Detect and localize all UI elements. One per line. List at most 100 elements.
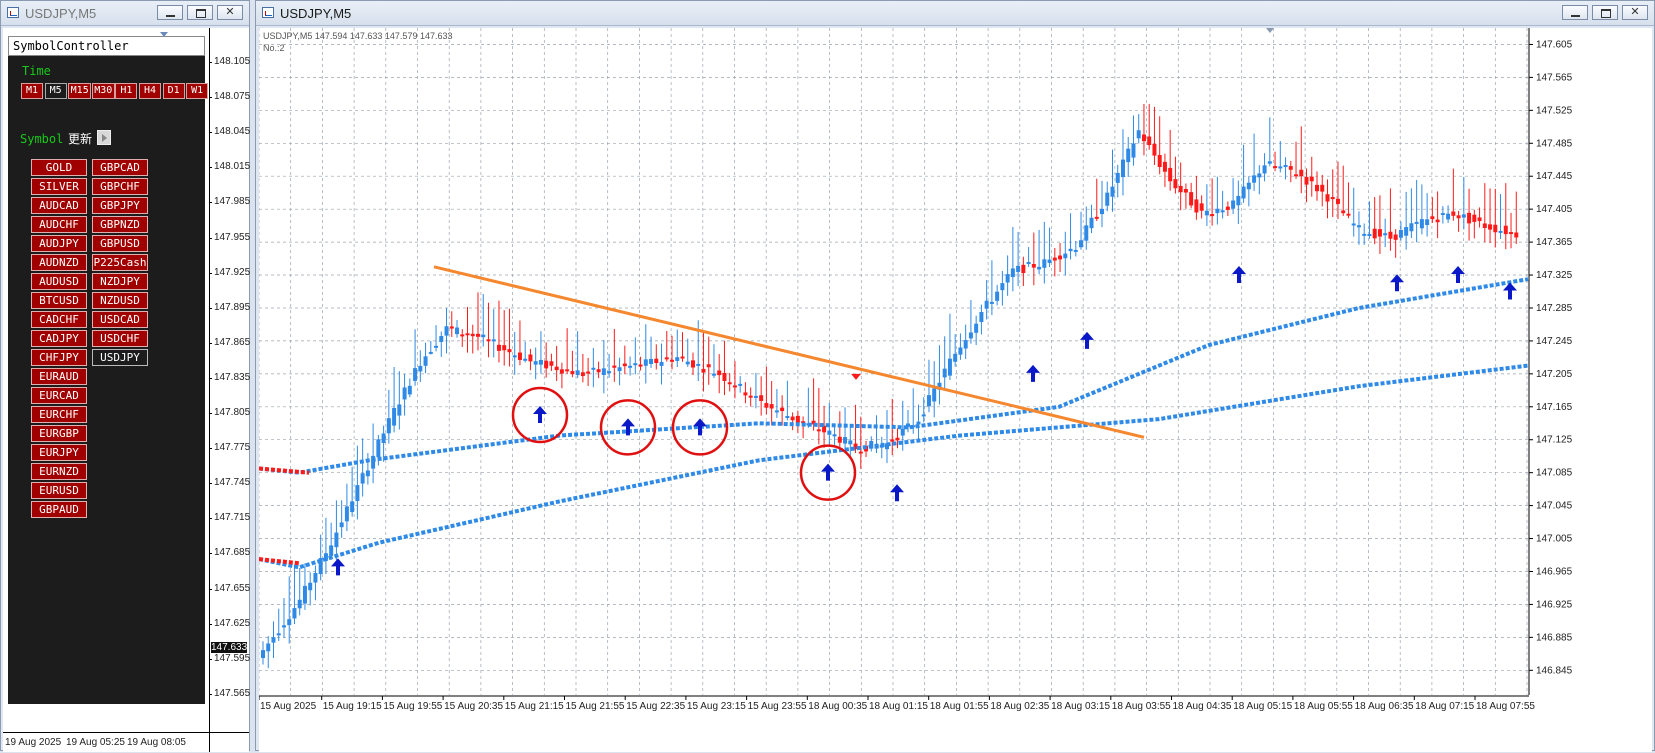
minimize-button[interactable]: [157, 5, 183, 20]
symbol-button-gbpjpy[interactable]: GBPJPY: [92, 197, 148, 214]
candle-body: [287, 619, 292, 626]
candle-body: [1409, 223, 1414, 232]
candle-body: [444, 326, 449, 336]
candle-body: [496, 344, 501, 351]
minimize-button[interactable]: [1562, 5, 1588, 20]
candle-body: [1194, 199, 1199, 213]
timeframe-button-h4[interactable]: H4: [139, 83, 161, 99]
symbol-controller-title[interactable]: SymbolController: [8, 32, 205, 56]
price-label: 147.985: [208, 196, 251, 208]
symbol-button-audnzd[interactable]: AUDNZD: [31, 254, 87, 271]
candle-body: [266, 643, 271, 652]
left-time-label: 19 Aug 08:05: [127, 737, 186, 748]
candle-body: [612, 365, 617, 368]
left-chart-area[interactable]: SymbolController Time M1 M5 M15 M30 H1 H4 D1 W1…: [3, 28, 251, 752]
symbol-button-audjpy[interactable]: AUDJPY: [31, 235, 87, 252]
timeframe-button-m1[interactable]: M1: [21, 83, 43, 99]
candle-body: [313, 572, 318, 583]
symbol-button-usdchf[interactable]: USDCHF: [92, 330, 148, 347]
symbol-button-gbpcad[interactable]: GBPCAD: [92, 159, 148, 176]
maximize-button[interactable]: [1592, 5, 1618, 20]
candle-body: [1351, 223, 1356, 226]
time-axis-label: 18 Aug 03:55: [1112, 701, 1171, 712]
symbol-button-eurusd[interactable]: EURUSD: [31, 482, 87, 499]
main-chart-window[interactable]: USDJPY,M5 ✕ 147.605 147.565 147.525 147.485…: [255, 0, 1655, 752]
symbol-button-nzdjpy[interactable]: NZDJPY: [92, 273, 148, 290]
price-label: 148.105: [208, 56, 251, 67]
candle-body: [1498, 230, 1503, 233]
time-axis-label: 15 Aug 21:55: [566, 701, 625, 712]
candle-body: [722, 372, 727, 381]
symbol-button-audchf[interactable]: AUDCHF: [31, 216, 87, 233]
symbol-button-cadchf[interactable]: CADCHF: [31, 311, 87, 328]
timeframe-button-m30[interactable]: M30: [91, 83, 115, 99]
close-button[interactable]: ✕: [1622, 5, 1648, 20]
candle-body: [1488, 224, 1493, 230]
down-arrow-icon: [851, 373, 861, 380]
symbol-button-usdcad[interactable]: USDCAD: [92, 311, 148, 328]
candle-body: [1042, 259, 1047, 268]
symbol-button-btcusd[interactable]: BTCUSD: [31, 292, 87, 309]
symbol-button-gbpchf[interactable]: GBPCHF: [92, 178, 148, 195]
time-axis-label: 15 Aug 2025: [260, 701, 317, 712]
left-window-titlebar[interactable]: USDJPY,M5 ✕: [1, 1, 249, 26]
symbol-button-nzdusd[interactable]: NZDUSD: [92, 292, 148, 309]
symbol-button-audcad[interactable]: AUDCAD: [31, 197, 87, 214]
candle-body: [455, 327, 460, 335]
symbol-button-eurchf[interactable]: EURCHF: [31, 406, 87, 423]
left-chart-window[interactable]: USDJPY,M5 ✕ SymbolController Time M1 M5 M1…: [0, 0, 251, 752]
symbol-button-gbpusd[interactable]: GBPUSD: [92, 235, 148, 252]
up-arrow-icon: [1232, 266, 1246, 284]
chevron-down-icon: [160, 32, 168, 37]
symbol-button-euraud[interactable]: EURAUD: [31, 368, 87, 385]
candle-body: [460, 334, 465, 337]
candle-body: [1315, 184, 1320, 192]
candle-body: [1173, 179, 1178, 189]
symbol-button-eurnzd[interactable]: EURNZD: [31, 463, 87, 480]
symbol-button-silver[interactable]: SILVER: [31, 178, 87, 195]
main-chart-area[interactable]: 147.605 147.565 147.525 147.485 147.445 147.4…: [259, 28, 1652, 752]
symbol-button-audusd[interactable]: AUDUSD: [31, 273, 87, 290]
candle-body: [491, 339, 496, 342]
symbol-button-eurjpy[interactable]: EURJPY: [31, 444, 87, 461]
symbol-button-eurcad[interactable]: EURCAD: [31, 387, 87, 404]
price-chart[interactable]: 147.605 147.565 147.525 147.485 147.445 147.4…: [259, 28, 1652, 752]
price-axis-label: 147.205: [1536, 369, 1573, 380]
maximize-button[interactable]: [187, 5, 213, 20]
candle-body: [769, 404, 774, 409]
symbol-button-chfjpy[interactable]: CHFJPY: [31, 349, 87, 366]
update-label: 更新: [68, 132, 93, 146]
candle-body: [507, 349, 512, 353]
timeframe-button-m15[interactable]: M15: [68, 83, 92, 99]
main-window-titlebar[interactable]: USDJPY,M5 ✕: [256, 1, 1654, 26]
time-axis-label: 15 Aug 19:15: [323, 701, 382, 712]
candle-body: [1199, 203, 1204, 211]
candle-body: [1183, 189, 1188, 193]
candle-body: [538, 359, 543, 365]
price-label: 147.835: [208, 371, 251, 383]
candle-body: [701, 368, 706, 373]
candle-body: [774, 410, 779, 413]
update-button[interactable]: [97, 130, 111, 145]
candle-body: [1514, 232, 1519, 238]
candle-body: [1031, 263, 1036, 268]
timeframe-button-h1[interactable]: H1: [115, 83, 138, 99]
candle-body: [470, 333, 475, 337]
symbol-button-usdjpy[interactable]: USDJPY: [92, 349, 148, 366]
symbol-button-gold[interactable]: GOLD: [31, 159, 87, 176]
symbol-button-eurgbp[interactable]: EURGBP: [31, 425, 87, 442]
timeframe-button-w1[interactable]: W1: [186, 83, 209, 99]
symbol-button-cadjpy[interactable]: CADJPY: [31, 330, 87, 347]
symbol-button-gbpaud[interactable]: GBPAUD: [31, 501, 87, 518]
close-button[interactable]: ✕: [217, 5, 243, 20]
candle-body: [1330, 197, 1335, 200]
time-axis-label: 15 Aug 23:55: [748, 701, 807, 712]
symbol-button-p225cash[interactable]: P225Cash: [92, 254, 148, 271]
time-label: Time: [22, 64, 51, 78]
candle-body: [837, 436, 842, 443]
symbol-button-gbpnzd[interactable]: GBPNZD: [92, 216, 148, 233]
candle-body: [365, 470, 370, 477]
candle-body: [1493, 224, 1498, 233]
timeframe-button-m5[interactable]: M5: [44, 83, 67, 99]
timeframe-button-d1[interactable]: D1: [162, 83, 185, 99]
